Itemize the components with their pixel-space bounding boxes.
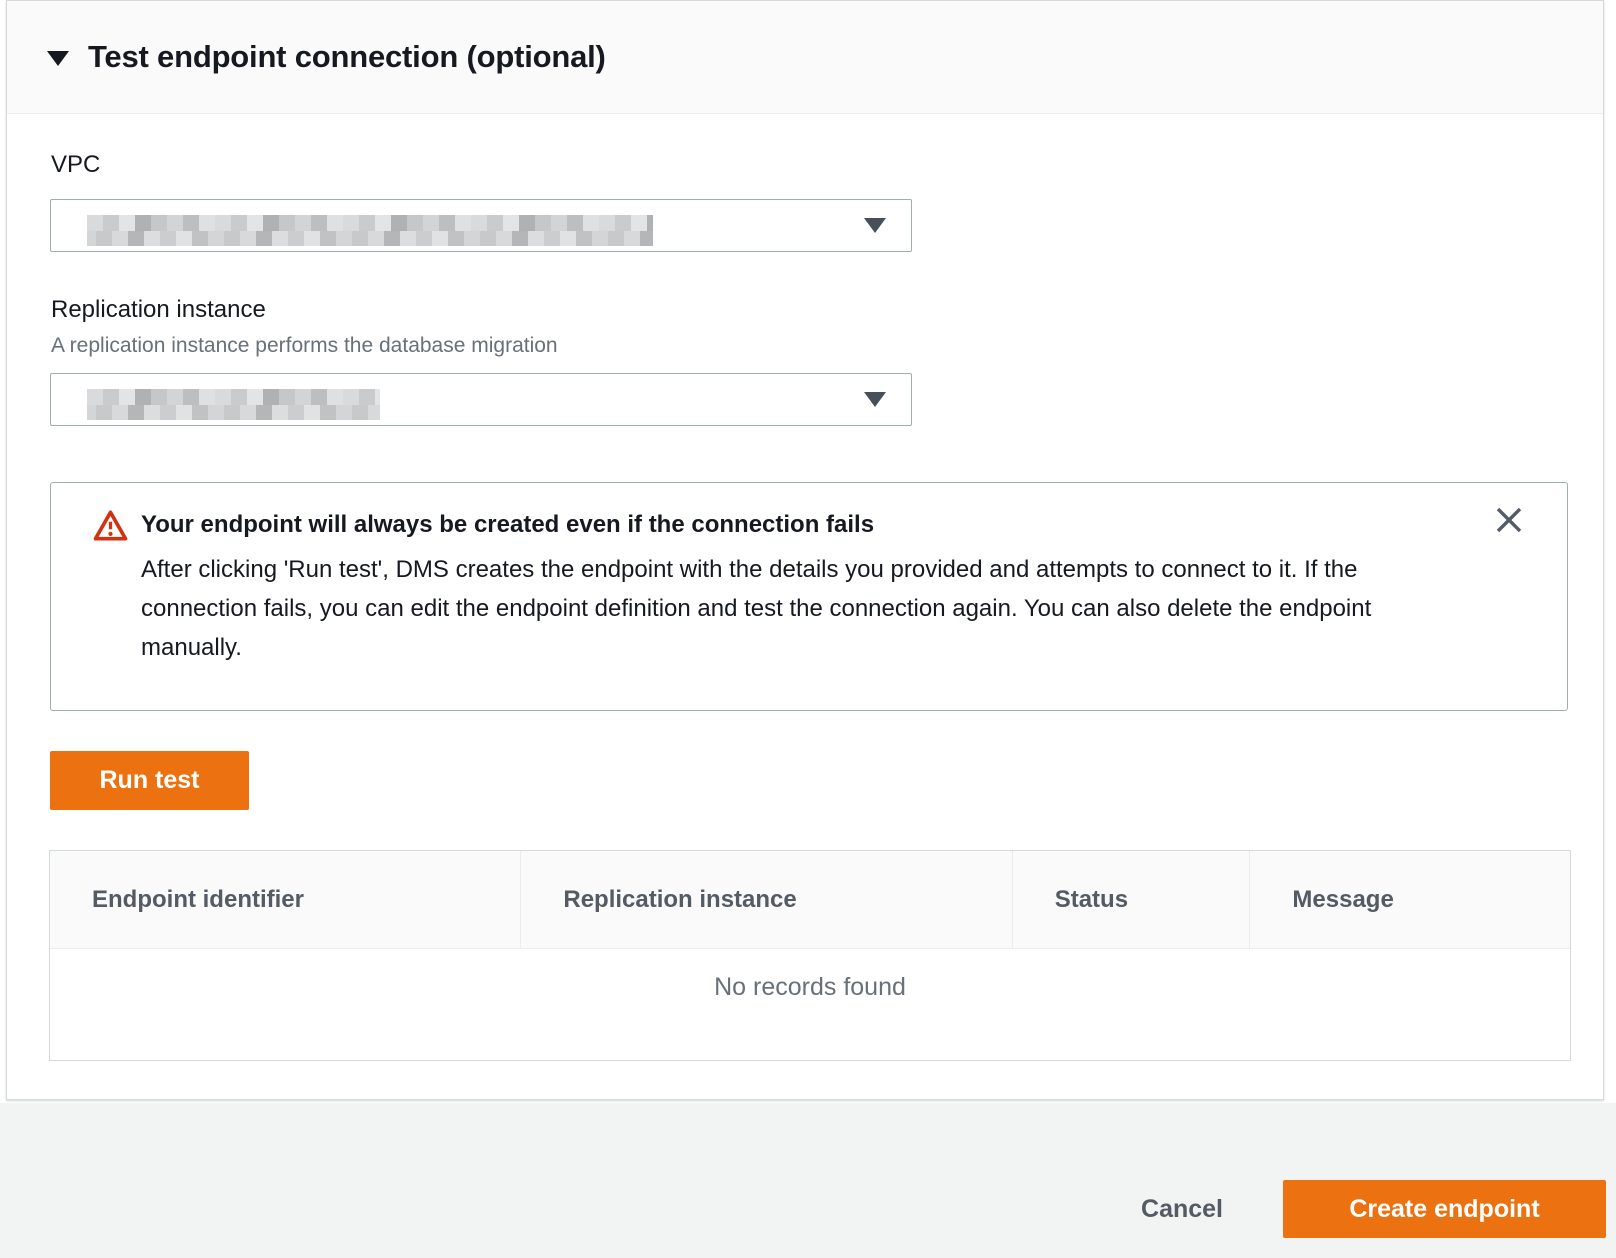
column-header-status: Status (1012, 851, 1250, 948)
section-title: Test endpoint connection (optional) (88, 39, 606, 75)
run-test-button[interactable]: Run test (50, 751, 249, 810)
section-header[interactable]: Test endpoint connection (optional) (7, 1, 1603, 114)
alert-title: Your endpoint will always be created eve… (141, 511, 874, 539)
footer-actions: Cancel Create endpoint (1141, 1180, 1606, 1238)
warning-triangle-icon (92, 509, 129, 547)
column-header-endpoint-identifier: Endpoint identifier (50, 851, 520, 948)
column-header-message: Message (1249, 851, 1570, 948)
vpc-label: VPC (51, 151, 100, 179)
collapse-triangle-icon (47, 51, 69, 66)
replication-instance-description: A replication instance performs the data… (51, 334, 558, 358)
column-header-replication-instance: Replication instance (520, 851, 1011, 948)
connection-results-table: Endpoint identifier Replication instance… (49, 850, 1571, 1061)
alert-body: After clicking 'Run test', DMS creates t… (141, 550, 1456, 667)
cancel-button[interactable]: Cancel (1141, 1195, 1223, 1224)
select-triangle-icon (864, 218, 886, 233)
create-endpoint-button[interactable]: Create endpoint (1283, 1180, 1606, 1238)
empty-table-message: No records found (50, 949, 1570, 1061)
warning-alert: Your endpoint will always be created eve… (50, 482, 1568, 711)
redacted-vpc-value (87, 215, 653, 246)
page: Test endpoint connection (optional) VPC … (0, 0, 1616, 1258)
select-triangle-icon (864, 392, 886, 407)
replication-instance-label: Replication instance (51, 296, 266, 324)
table-header-row: Endpoint identifier Replication instance… (50, 851, 1570, 949)
vpc-select[interactable] (50, 199, 912, 252)
replication-instance-select[interactable] (50, 373, 912, 426)
redacted-replication-instance-value (87, 389, 380, 420)
close-icon[interactable] (1493, 505, 1525, 537)
test-endpoint-panel: Test endpoint connection (optional) VPC … (6, 0, 1604, 1100)
footer: Cancel Create endpoint (0, 1103, 1616, 1258)
